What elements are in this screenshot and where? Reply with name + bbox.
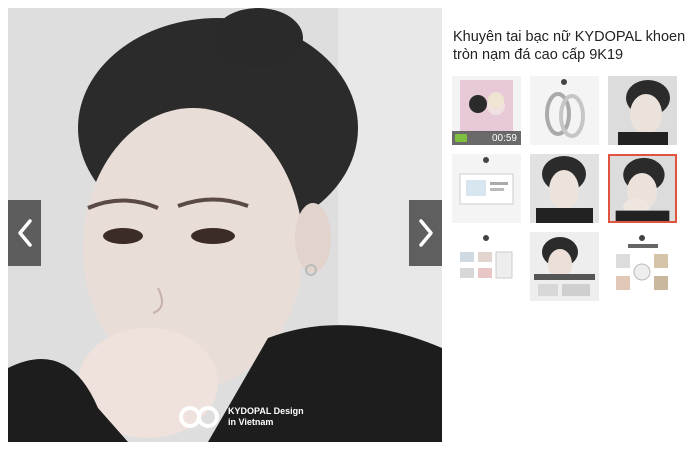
thumbnail-product-box[interactable]	[452, 154, 521, 223]
thumbnail-video[interactable]: 00:59	[452, 76, 521, 145]
product-box-image	[452, 154, 521, 223]
model-photo	[8, 8, 442, 442]
certificate-image	[452, 232, 521, 301]
next-image-button[interactable]	[409, 200, 442, 266]
previous-image-button[interactable]	[8, 200, 41, 266]
brand-line-2: in Vietnam	[228, 417, 274, 427]
chevron-right-icon	[418, 219, 433, 247]
thumbnail-care-guide[interactable]	[608, 232, 677, 301]
model-ad-image	[530, 232, 599, 301]
model-image	[608, 76, 677, 145]
chevron-left-icon	[17, 219, 32, 247]
thumbnail-model-2[interactable]	[530, 154, 599, 223]
video-duration: 00:59	[491, 133, 517, 144]
main-product-image[interactable]: KYDOPAL Design in Vietnam	[8, 8, 442, 442]
care-guide-image	[608, 232, 677, 301]
earring-image	[530, 76, 599, 145]
brand-line-1: KYDOPAL Design	[228, 406, 304, 416]
thumbnail-certificate[interactable]	[452, 232, 521, 301]
thumbnail-model-ad[interactable]	[530, 232, 599, 301]
video-camera-icon	[455, 134, 467, 142]
thumbnail-model-3[interactable]	[608, 154, 677, 223]
kydopal-logo-icon	[178, 404, 220, 430]
model-image	[610, 156, 675, 221]
model-image	[530, 154, 599, 223]
brand-watermark: KYDOPAL Design in Vietnam	[178, 404, 304, 430]
thumbnail-model-1[interactable]	[608, 76, 677, 145]
product-title: Khuyên tai bạc nữ KYDOPAL khoen tròn nạm…	[453, 29, 686, 63]
thumbnail-earring-product[interactable]	[530, 76, 599, 145]
